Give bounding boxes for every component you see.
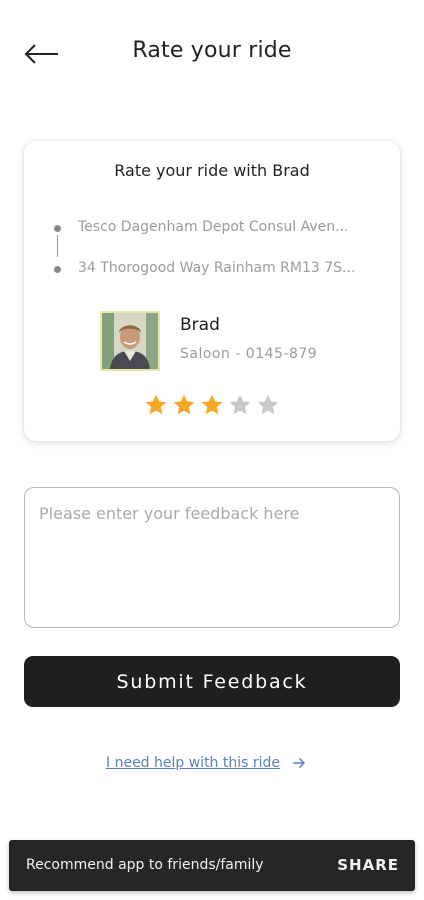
star-icon[interactable] — [172, 393, 196, 417]
dropoff-dot-icon — [54, 266, 61, 273]
driver-info: Brad Saloon - 0145-879 — [100, 311, 380, 373]
route-summary: Tesco Dagenham Depot Consul Aven... 34 T… — [54, 215, 394, 276]
help-link-label[interactable]: I need help with this ride — [106, 755, 280, 771]
pickup-address: Tesco Dagenham Depot Consul Aven... — [78, 219, 349, 235]
driver-photo-icon — [102, 313, 158, 369]
pickup-dot-icon — [54, 225, 61, 232]
vehicle-details: Saloon - 0145-879 — [180, 346, 318, 362]
dropoff-address: 34 Thorogood Way Rainham RM13 7S... — [78, 260, 356, 276]
driver-avatar — [100, 311, 160, 371]
submit-feedback-button[interactable]: Submit Feedback — [24, 656, 400, 707]
route-connector — [57, 235, 58, 257]
share-snackbar: Recommend app to friends/family SHARE — [9, 840, 415, 891]
star-icon[interactable] — [256, 393, 280, 417]
star-icon[interactable] — [228, 393, 252, 417]
star-icon[interactable] — [200, 393, 224, 417]
driver-name: Brad — [180, 315, 220, 335]
app-header: Rate your ride — [0, 0, 424, 110]
arrow-right-icon[interactable] — [292, 757, 306, 769]
page-title: Rate your ride — [132, 38, 292, 63]
feedback-input[interactable] — [24, 487, 400, 628]
star-icon[interactable] — [144, 393, 168, 417]
star-rating[interactable] — [144, 393, 280, 419]
card-title: Rate your ride with Brad — [114, 161, 310, 180]
ride-rating-card: Rate your ride with Brad Tesco Dagenham … — [24, 141, 400, 441]
help-link[interactable]: I need help with this ride — [106, 752, 306, 774]
share-button[interactable]: SHARE — [337, 856, 399, 874]
snackbar-message: Recommend app to friends/family — [26, 857, 264, 873]
